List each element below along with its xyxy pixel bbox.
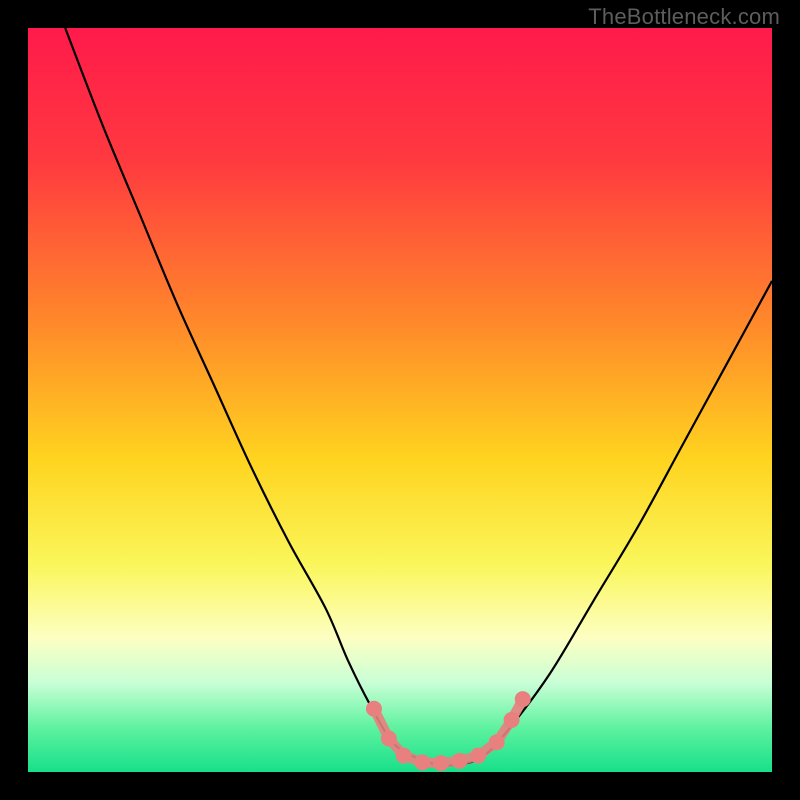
marker-dot xyxy=(433,755,449,771)
marker-dot xyxy=(470,748,486,764)
chart-frame: TheBottleneck.com xyxy=(0,0,800,800)
gradient-background xyxy=(28,28,772,772)
marker-dot xyxy=(396,748,412,764)
marker-dot xyxy=(366,701,382,717)
marker-dot xyxy=(489,734,505,750)
marker-dot xyxy=(504,712,520,728)
chart-svg xyxy=(28,28,772,772)
marker-dot xyxy=(515,691,531,707)
plot-area xyxy=(28,28,772,772)
marker-dot xyxy=(381,731,397,747)
watermark-text: TheBottleneck.com xyxy=(588,4,780,30)
marker-dot xyxy=(452,753,468,769)
marker-dot xyxy=(414,754,430,770)
